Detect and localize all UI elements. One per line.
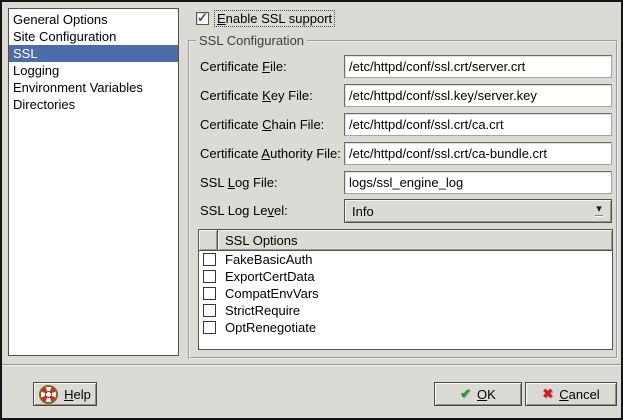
- option-label: OptRenegotiate: [225, 320, 316, 335]
- certificate-key-file-label: Certificate Key File:: [200, 88, 313, 103]
- ssl-log-level-label: SSL Log Level:: [200, 203, 288, 218]
- certificate-file-input[interactable]: [344, 55, 612, 78]
- sidebar-item-logging[interactable]: Logging: [9, 62, 178, 79]
- table-row[interactable]: StrictRequire: [199, 302, 612, 319]
- certificate-chain-file-label: Certificate Chain File:: [200, 117, 324, 132]
- ssl-options-table: SSL Options FakeBasicAuth ExportCertData…: [198, 229, 613, 350]
- mnemonic: E: [217, 11, 226, 26]
- option-label: StrictRequire: [225, 303, 300, 318]
- option-label: ExportCertData: [225, 269, 315, 284]
- help-lifebuoy-icon: [39, 385, 58, 404]
- ok-check-icon: ✔: [460, 386, 471, 402]
- enable-ssl-label[interactable]: Enable SSL support: [214, 10, 335, 27]
- option-label: FakeBasicAuth: [225, 252, 312, 267]
- exportcertdata-checkbox[interactable]: [203, 270, 216, 283]
- help-button[interactable]: Help: [33, 382, 97, 406]
- table-row[interactable]: CompatEnvVars: [199, 285, 612, 302]
- help-button-label: Help: [64, 387, 91, 402]
- enable-ssl-checkbox[interactable]: ✓: [196, 12, 209, 25]
- checkbox-column-header[interactable]: [199, 230, 218, 251]
- cancel-button[interactable]: ✖ Cancel: [525, 382, 617, 406]
- optrenegotiate-checkbox[interactable]: [203, 321, 216, 334]
- ssl-log-file-input[interactable]: [344, 171, 612, 194]
- ssl-log-file-label: SSL Log File:: [200, 175, 278, 190]
- certificate-chain-file-input[interactable]: [344, 113, 612, 136]
- sidebar-item-site-configuration[interactable]: Site Configuration: [9, 28, 178, 45]
- ssl-log-level-dropdown[interactable]: Info ▾: [344, 199, 612, 223]
- strictrequire-checkbox[interactable]: [203, 304, 216, 317]
- certificate-file-label: Certificate File:: [200, 59, 287, 74]
- ssl-configuration-frame: SSL Configuration Certificate File: Cert…: [188, 40, 618, 359]
- cancel-button-label: Cancel: [559, 387, 599, 402]
- certificate-authority-file-label: Certificate Authority File:: [200, 146, 341, 161]
- chevron-down-icon: ▾: [587, 206, 611, 217]
- divider: [2, 364, 621, 366]
- sidebar-item-general-options[interactable]: General Options: [9, 11, 178, 28]
- table-row[interactable]: OptRenegotiate: [199, 319, 612, 336]
- ssl-options-column-header[interactable]: SSL Options: [218, 230, 612, 251]
- sidebar-item-directories[interactable]: Directories: [9, 96, 178, 113]
- compatenvvars-checkbox[interactable]: [203, 287, 216, 300]
- table-header: SSL Options: [199, 230, 612, 251]
- certificate-key-file-input[interactable]: [344, 84, 612, 107]
- cancel-x-icon: ✖: [542, 386, 553, 402]
- fakebasicauth-checkbox[interactable]: [203, 253, 216, 266]
- frame-title: SSL Configuration: [196, 33, 307, 48]
- ssl-configuration-dialog: General Options Site Configuration SSL L…: [0, 0, 623, 420]
- option-label: CompatEnvVars: [225, 286, 319, 301]
- enable-ssl-checkbox-row[interactable]: ✓ Enable SSL support: [196, 9, 335, 27]
- table-row[interactable]: FakeBasicAuth: [199, 251, 612, 268]
- sidebar-item-ssl[interactable]: SSL: [9, 45, 178, 62]
- dropdown-selected-value: Info: [345, 204, 587, 219]
- sidebar-item-environment-variables[interactable]: Environment Variables: [9, 79, 178, 96]
- ok-button[interactable]: ✔ OK: [434, 382, 522, 406]
- checkmark-icon: ✓: [197, 10, 208, 26]
- certificate-authority-file-input[interactable]: [344, 142, 612, 165]
- label-rest: nable SSL support: [226, 11, 332, 26]
- ok-button-label: OK: [477, 387, 496, 402]
- table-row[interactable]: ExportCertData: [199, 268, 612, 285]
- category-list: General Options Site Configuration SSL L…: [8, 8, 179, 356]
